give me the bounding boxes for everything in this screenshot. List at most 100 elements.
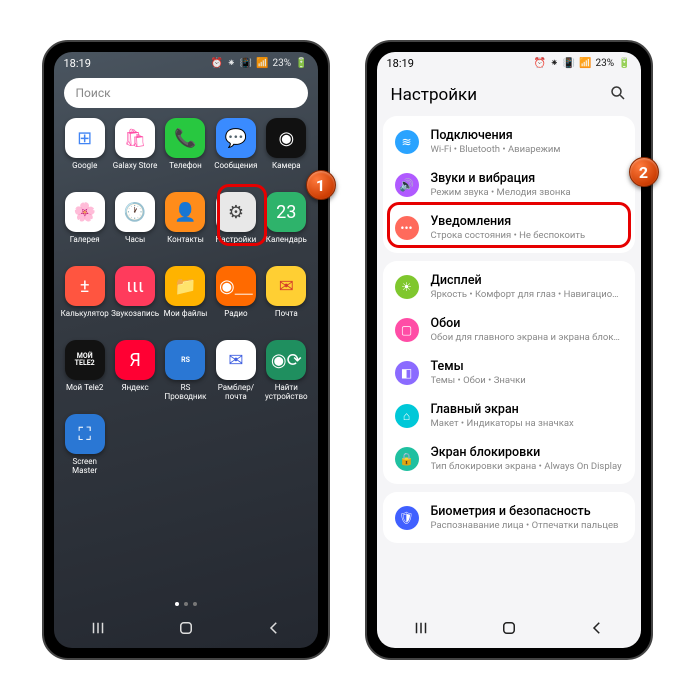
row-title: Главный экран	[431, 402, 574, 417]
app-icon: ⛶	[65, 414, 105, 454]
row-text: Главный экранМакет • Индикаторы на значк…	[431, 402, 574, 429]
row-title: Подключения	[431, 128, 561, 143]
app-label: Почта	[275, 309, 298, 318]
app-радио[interactable]: ◉⸏Радио	[211, 266, 261, 340]
row-text: ПодключенияWi-Fi • Bluetooth • Авиарежим	[431, 128, 561, 155]
row-text: ДисплейЯркость • Комфорт для глаз • Нави…	[431, 273, 623, 300]
row-title: Звуки и вибрация	[431, 171, 571, 186]
nav-back[interactable]	[265, 619, 283, 641]
row-subtitle: Темы • Обои • Значки	[431, 375, 526, 386]
row-title: Уведомления	[431, 214, 586, 229]
app-сообщения[interactable]: 💬Сообщения	[211, 118, 261, 192]
row-subtitle: Тип блокировки экрана • Always On Displa…	[431, 461, 622, 472]
app-icon: 🌸	[65, 192, 105, 232]
app-label: Google	[72, 161, 97, 170]
app-звукозапись[interactable]: ιιιЗвукозапись	[110, 266, 160, 340]
app-label: Контакты	[167, 235, 204, 244]
app-galaxy-store[interactable]: 🛍Galaxy Store	[110, 118, 160, 192]
annotation-badge-1: 1	[306, 170, 336, 200]
row-subtitle: Режим звука • Мелодия звонка	[431, 187, 571, 198]
row-icon: 🔒	[395, 447, 419, 471]
app-icon: 23	[266, 192, 306, 232]
app-телефон[interactable]: 📞Телефон	[160, 118, 210, 192]
row-icon: •••	[395, 216, 419, 240]
app-label: Galaxy Store	[113, 161, 158, 170]
row-text: ОбоиОбои для главного экрана и экрана бл…	[431, 316, 623, 343]
row-title: Экран блокировки	[431, 445, 622, 460]
app-label: RS Проводник	[164, 383, 206, 401]
settings-row-дисплей[interactable]: ☀ДисплейЯркость • Комфорт для глаз • Нав…	[383, 265, 635, 308]
status-bar: 18:19 ⏰ ⁕ 📳 📶 23% 🔋	[54, 52, 318, 74]
page-indicator	[54, 596, 318, 612]
app-контакты[interactable]: 👤 Контакты	[160, 192, 210, 266]
app-label: Калькулятор	[61, 309, 109, 318]
app-icon: МОЙ TELE2	[65, 340, 105, 380]
app-label: Найти устройство	[265, 383, 308, 401]
app-rs-проводник[interactable]: RS RS Проводник	[160, 340, 210, 414]
app-часы[interactable]: 🕐Часы	[110, 192, 160, 266]
app-галерея[interactable]: 🌸Галерея	[60, 192, 110, 266]
status-icons: ⏰ ⁕ 📳 📶 23% 🔋	[534, 58, 631, 69]
nav-back[interactable]	[588, 619, 606, 641]
app-label: Яндекс	[121, 383, 148, 392]
row-subtitle: Обои для главного экрана и экрана блокир…	[431, 332, 623, 343]
settings-row-главный-экран[interactable]: ⌂Главный экранМакет • Индикаторы на знач…	[383, 394, 635, 437]
vibrate-icon: 📳	[563, 58, 575, 69]
app-камера[interactable]: ◉Камера	[261, 118, 311, 192]
app-icon: ⊞	[65, 118, 105, 158]
signal-icon: 📶	[579, 58, 591, 69]
app-мои-файлы[interactable]: 📁Мои файлы	[160, 266, 210, 340]
row-icon: ≋	[395, 130, 419, 154]
settings-card: ☀ДисплейЯркость • Комфорт для глаз • Нав…	[383, 261, 635, 484]
app-календарь[interactable]: 23Календарь	[261, 192, 311, 266]
settings-row-звуки-и-вибрация[interactable]: 🔊Звуки и вибрацияРежим звука • Мелодия з…	[383, 163, 635, 206]
app-мой-tele2[interactable]: МОЙ TELE2Мой Tele2	[60, 340, 110, 414]
app-icon: 👤	[165, 192, 205, 232]
nav-recents[interactable]	[412, 619, 430, 641]
app-label: Screen Master	[72, 457, 97, 475]
app-label: Камера	[272, 161, 301, 170]
settings-row-биометрия-и-безопасность[interactable]: 🛡Биометрия и безопасностьРаспознавание л…	[383, 496, 635, 539]
settings-list[interactable]: ≋ ПодключенияWi-Fi • Bluetooth • Авиарежи…	[377, 116, 641, 612]
bluetooth-icon: ⁕	[550, 58, 558, 69]
nav-recents[interactable]	[89, 619, 107, 641]
app-google[interactable]: ⊞ Google	[60, 118, 110, 192]
status-icons: ⏰ ⁕ 📳 📶 23% 🔋	[211, 58, 308, 69]
app-яндекс[interactable]: Я Яндекс	[110, 340, 160, 414]
settings-header: Настройки	[377, 74, 641, 116]
app-найти-устройство[interactable]: ◉⟳Найти устройство	[261, 340, 311, 414]
row-subtitle: Макет • Индикаторы на значках	[431, 418, 574, 429]
nav-home[interactable]	[177, 619, 195, 641]
app-icon: ιιι	[115, 266, 155, 306]
app-рамблер-почта[interactable]: ✉ Рамблер/ почта	[211, 340, 261, 414]
app-калькулятор[interactable]: ±Калькулятор	[60, 266, 110, 340]
app-label: Часы	[125, 235, 145, 244]
app-icon: RS	[165, 340, 205, 380]
nav-bar	[54, 612, 318, 648]
row-subtitle: Wi-Fi • Bluetooth • Авиарежим	[431, 144, 561, 155]
app-почта[interactable]: ✉Почта	[261, 266, 311, 340]
app-label: Настройки	[216, 235, 257, 244]
app-label: Рамблер/ почта	[218, 383, 254, 401]
app-screen-master[interactable]: ⛶ Screen Master	[60, 414, 110, 488]
settings-row-темы[interactable]: ◧ТемыТемы • Обои • Значки	[383, 351, 635, 394]
search-placeholder: Поиск	[76, 86, 111, 100]
app-icon: 💬	[216, 118, 256, 158]
app-label: Телефон	[169, 161, 201, 170]
settings-row-экран-блокировки[interactable]: 🔒 Экран блокировкиТип блокировки экрана •…	[383, 437, 635, 480]
row-title: Дисплей	[431, 273, 623, 288]
app-настройки[interactable]: ⚙Настройки	[211, 192, 261, 266]
app-icon: ✉	[216, 340, 256, 380]
status-time: 18:19	[64, 57, 91, 70]
search-icon[interactable]	[609, 84, 627, 107]
row-icon: ▢	[395, 318, 419, 342]
search-input[interactable]: Поиск	[64, 78, 308, 108]
settings-row-обои[interactable]: ▢ ОбоиОбои для главного экрана и экрана б…	[383, 308, 635, 351]
row-icon: 🛡	[395, 506, 419, 530]
settings-row-уведомления[interactable]: •••УведомленияСтрока состояния • Не бесп…	[383, 206, 635, 249]
status-bar: 18:19 ⏰ ⁕ 📳 📶 23% 🔋	[377, 52, 641, 74]
nav-home[interactable]	[500, 619, 518, 641]
app-icon: Я	[115, 340, 155, 380]
home-screen: 18:19 ⏰ ⁕ 📳 📶 23% 🔋 Поиск ⊞ Google 🛍Galaxy…	[54, 52, 318, 648]
settings-row-подключения[interactable]: ≋ ПодключенияWi-Fi • Bluetooth • Авиарежи…	[383, 120, 635, 163]
